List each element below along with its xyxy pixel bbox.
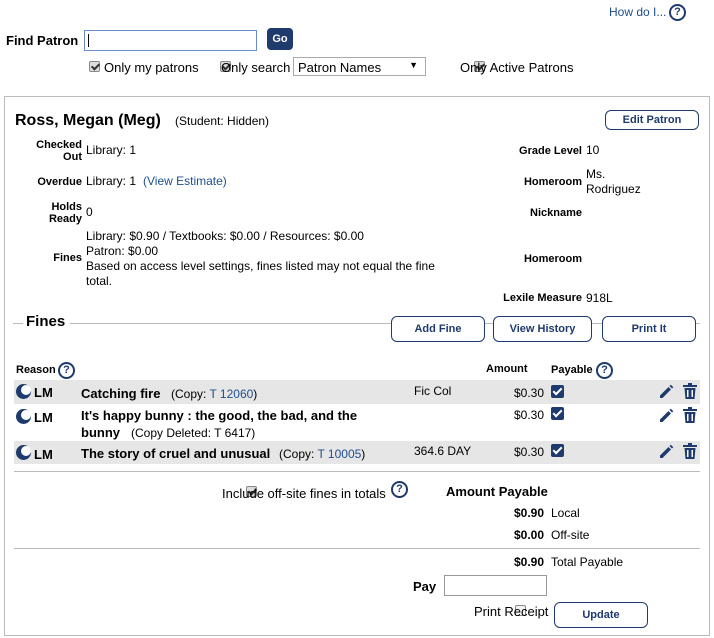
chevron-down-icon: ▼ [409,60,418,70]
divider [13,323,23,324]
find-patron-input[interactable] [84,30,257,51]
row-amount: $0.30 [514,386,545,400]
total-amount: $0.90 [514,555,545,569]
reason-help-icon[interactable]: ? [58,362,75,379]
fines-line-4: total. [86,274,113,288]
moon-icon [16,445,31,460]
row-title-cont: bunny [81,425,120,440]
offsite-label: Off-site [551,528,590,542]
offsite-help-icon[interactable]: ? [391,481,408,498]
lexile-label: Lexile Measure [503,292,582,304]
pay-input[interactable] [444,575,547,596]
homeroom-value-2: Rodriguez [586,182,641,196]
only-search-label: Only search [221,60,291,75]
local-label: Local [551,506,580,520]
col-payable: Payable [551,364,593,376]
col-amount: Amount [486,363,528,375]
moon-icon [16,409,31,424]
divider [14,471,700,472]
payable-checkbox[interactable] [551,444,564,457]
holds-value: 0 [86,205,93,219]
view-history-button[interactable]: View History [493,316,592,342]
pencil-icon[interactable] [658,408,674,424]
row-reason: LM [34,385,53,400]
row-call-number: 364.6 DAY [414,444,472,458]
row-reason: LM [34,410,53,425]
homeroom-label: Homeroom [523,176,582,188]
overdue-label: Overdue [37,176,82,188]
go-button[interactable]: Go [267,28,293,50]
trash-icon[interactable] [683,443,697,459]
row-title: Catching fire [81,386,161,401]
moon-icon [16,384,31,399]
only-my-patrons-label: Only my patrons [104,60,199,75]
update-button[interactable]: Update [554,602,648,628]
homeroom-2-label: Homeroom [523,253,582,265]
row-call-number: Fic Col [414,384,452,398]
print-it-button[interactable]: Print It [602,316,696,342]
row-title: The story of cruel and unusual [81,446,271,461]
only-my-patrons-checkbox[interactable] [89,61,100,72]
fines-line-2: Patron: $0.00 [86,244,159,258]
amount-payable-label: Amount Payable [446,484,548,499]
fines-title: Fines [26,313,66,330]
holds-label-2: Ready [48,213,82,225]
row-copy: (Copy: T 12060) [171,387,258,401]
fines-line-3: Based on access level settings, fines li… [86,259,435,273]
add-fine-button[interactable]: Add Fine [391,316,485,342]
search-type-value: Patron Names [298,60,382,75]
pay-label: Pay [413,579,437,594]
payable-checkbox[interactable] [551,407,564,420]
include-offsite-label: Include off-site fines in totals [222,486,386,501]
print-receipt-label: Print Receipt [474,604,549,619]
fines-line-1: Library: $0.90 / Textbooks: $0.00 / Reso… [86,229,364,243]
patron-type: (Student: Hidden) [175,114,270,128]
edit-patron-button[interactable]: Edit Patron [605,110,699,130]
how-do-i-link[interactable]: How do I... [609,5,666,19]
copy-link[interactable]: T 12060 [209,387,253,401]
total-label: Total Payable [551,555,624,569]
grade-level-value: 10 [586,143,600,157]
checked-out-label-2: Out [63,151,82,163]
fines-label: Fines [53,252,82,264]
row-copy: (Copy Deleted: T 6417) [131,426,256,440]
search-type-select[interactable]: Patron Names ▼ [293,57,426,76]
grade-level-label: Grade Level [519,145,582,157]
help-icon[interactable]: ? [669,4,686,21]
find-patron-label: Find Patron [6,33,79,48]
holds-label-1: Holds [51,201,82,213]
nickname-label: Nickname [530,207,582,219]
only-active-label: Only Active Patrons [460,60,574,75]
lexile-value: 918L [586,291,613,305]
pencil-icon[interactable] [658,384,674,400]
checked-out-value: Library: 1 [86,143,137,157]
offsite-amount: $0.00 [514,528,545,542]
col-reason: Reason [16,364,56,376]
row-reason: LM [34,447,53,462]
view-estimate-link[interactable]: (View Estimate) [143,174,227,188]
trash-icon[interactable] [683,383,697,399]
local-amount: $0.90 [514,506,545,520]
row-amount: $0.30 [514,408,545,422]
patron-name: Ross, Megan (Meg) [15,112,161,129]
checked-out-label-1: Checked [36,139,82,151]
payable-checkbox[interactable] [551,385,564,398]
row-title: It's happy bunny : the good, the bad, an… [81,408,358,423]
divider [14,548,700,549]
row-amount: $0.30 [514,445,545,459]
homeroom-value-1: Ms. [586,167,606,181]
row-copy: (Copy: T 10005) [279,447,366,461]
pencil-icon[interactable] [658,444,674,460]
copy-link[interactable]: T 10005 [317,447,361,461]
payable-help-icon[interactable]: ? [596,362,613,379]
overdue-value: Library: 1 [86,174,137,188]
trash-icon[interactable] [683,407,697,423]
